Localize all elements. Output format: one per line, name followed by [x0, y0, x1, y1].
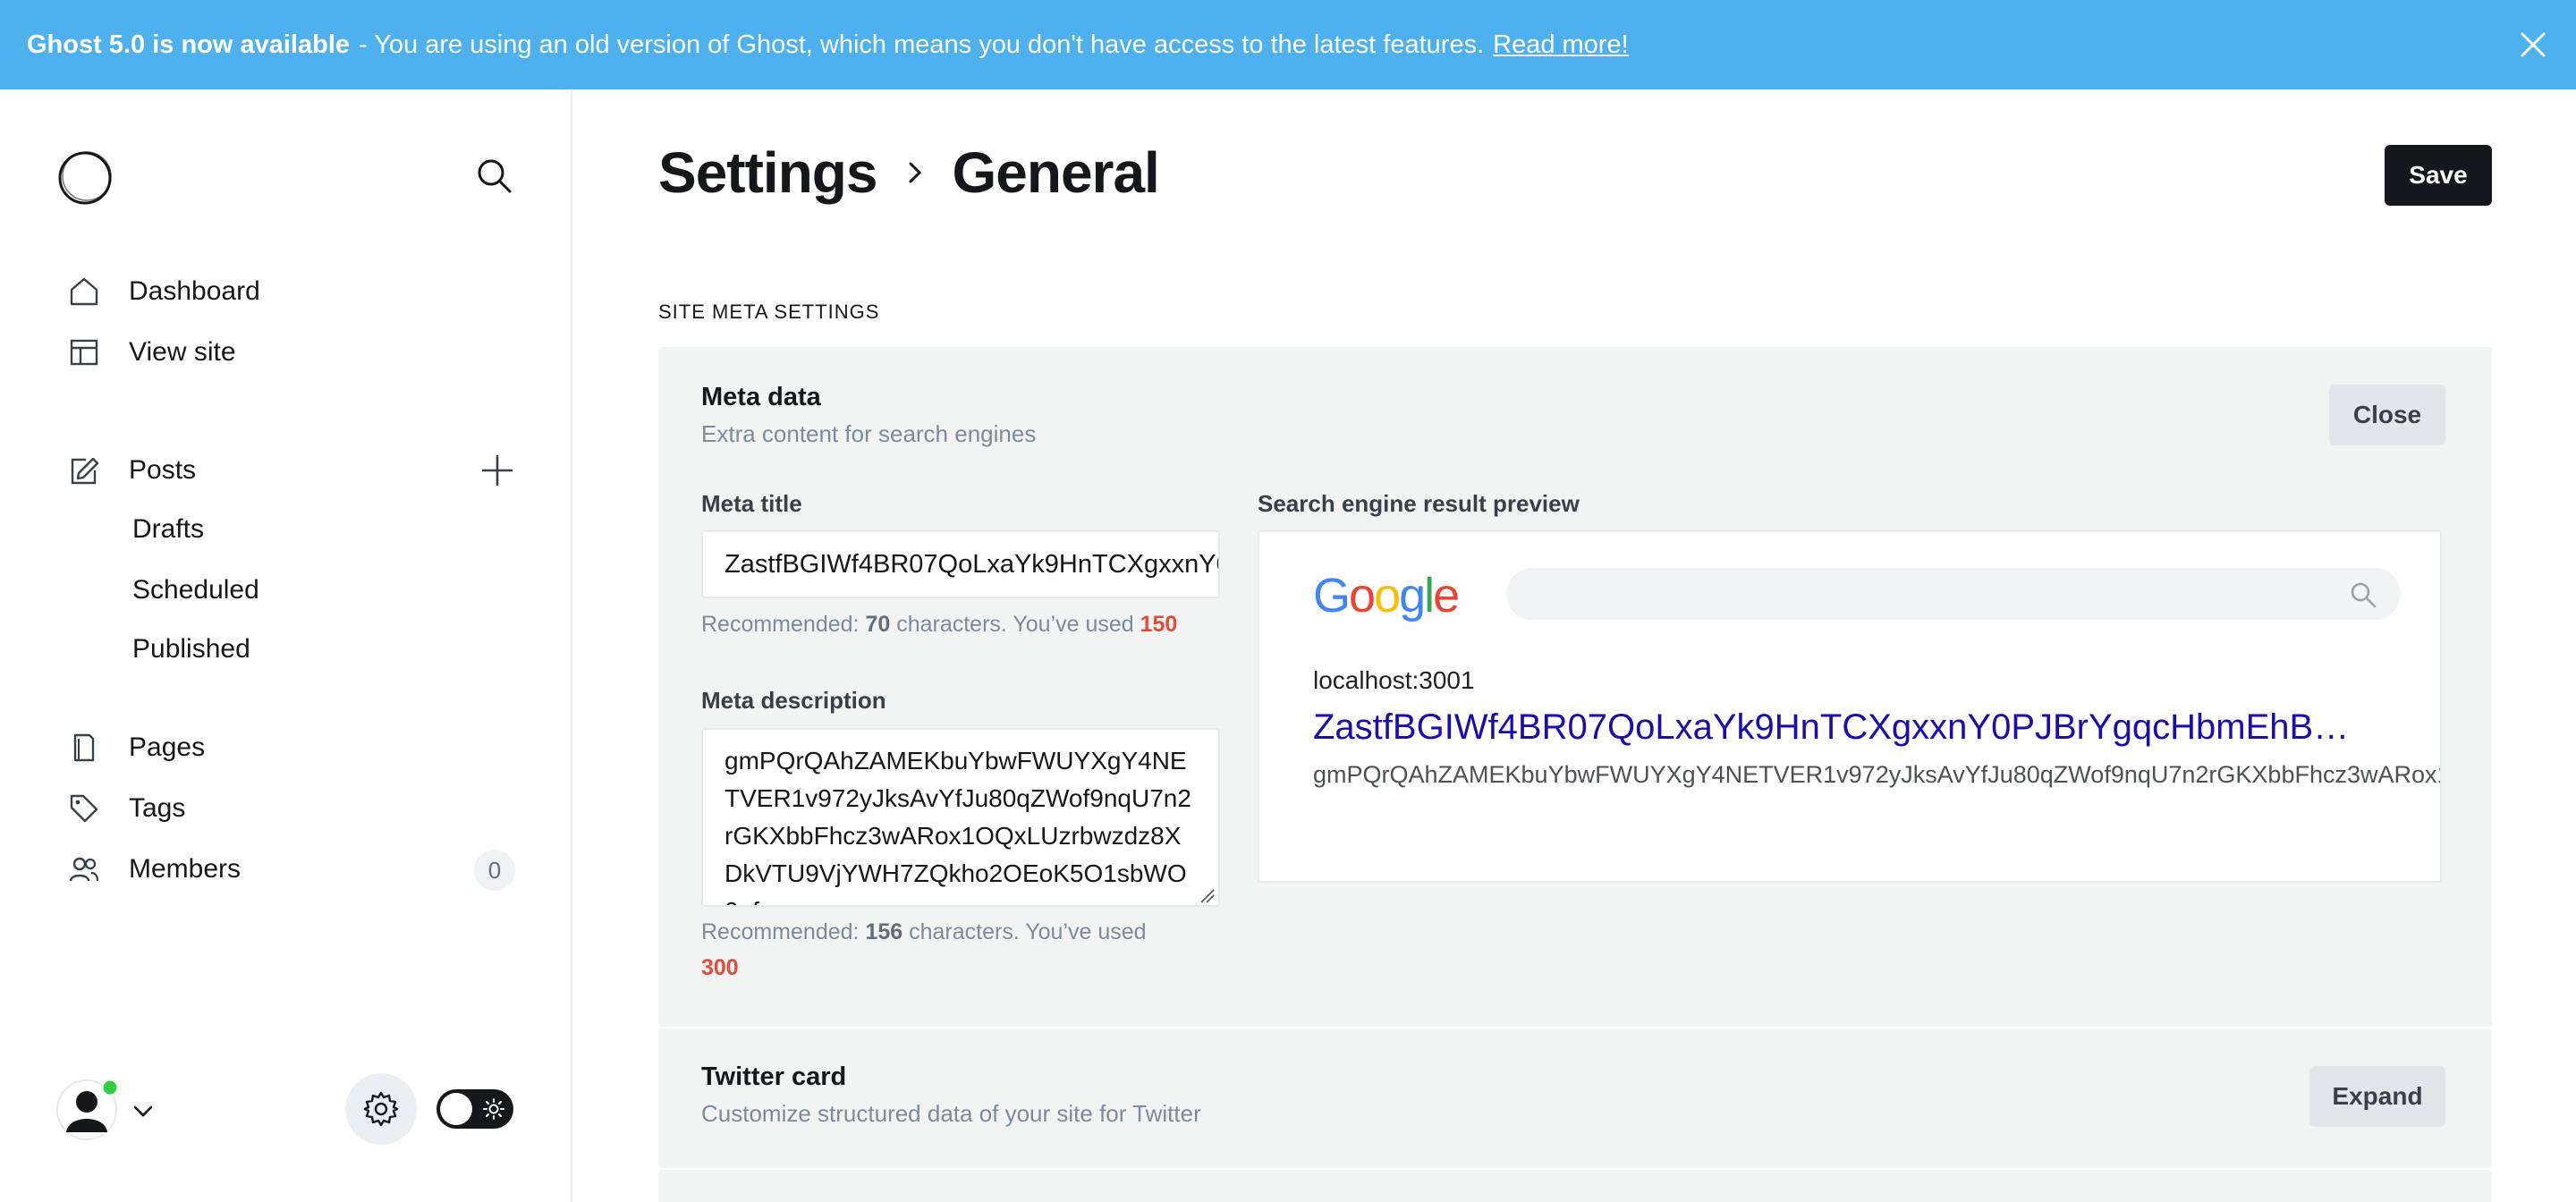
members-count-badge: 0 — [474, 850, 515, 891]
next-settings-section — [658, 1170, 2492, 1202]
close-button[interactable]: Close — [2329, 385, 2445, 445]
search-icon[interactable] — [474, 156, 515, 197]
hint-mid: characters. You’ve used — [890, 612, 1140, 637]
nav-posts-label: Posts — [129, 455, 197, 485]
hint-recommended: 70 — [865, 612, 891, 637]
meta-title-hint: Recommended: 70 characters. You’ve used … — [701, 606, 1177, 642]
nav-drafts[interactable]: Drafts — [132, 503, 204, 556]
user-avatar[interactable] — [55, 1078, 120, 1141]
search-icon — [2351, 582, 2377, 608]
twitter-card-section: Twitter card Customize structured data o… — [658, 1028, 2492, 1168]
avatar-icon — [56, 1078, 120, 1140]
hint-prefix: Recommended: — [701, 919, 866, 944]
layout-icon — [66, 334, 102, 370]
banner-headline: Ghost 5.0 is now available — [27, 30, 351, 59]
close-icon[interactable] — [2517, 29, 2549, 61]
home-icon — [66, 274, 102, 309]
gear-icon — [363, 1091, 399, 1127]
meta-title-label: Meta title — [701, 490, 802, 517]
nav-members-label: Members — [129, 854, 242, 884]
meta-description-label: Meta description — [701, 687, 886, 714]
nav-posts[interactable]: Posts — [66, 444, 522, 497]
banner-read-more-link[interactable]: Read more! — [1493, 30, 1629, 60]
meta-description-hint: Recommended: 156 characters. You’ve used… — [701, 914, 1229, 986]
sun-icon — [483, 1098, 504, 1120]
add-post-icon[interactable] — [479, 453, 515, 488]
nav-pages[interactable]: Pages — [66, 721, 522, 775]
breadcrumb: Settings General — [658, 140, 1160, 206]
expand-button[interactable]: Expand — [2309, 1066, 2445, 1127]
meta-panel-title: Meta data — [701, 383, 821, 411]
meta-title-input[interactable]: ZastfBGIWf4BR07QoLxaYk9HnTCXgxxnY0PJBrYg… — [701, 530, 1220, 598]
section-title: SITE META SETTINGS — [658, 300, 880, 323]
nav-tags-label: Tags — [129, 793, 186, 823]
sidebar: Dashboard View site Posts Drafts Schedul… — [0, 89, 572, 1202]
hint-used: 150 — [1140, 612, 1178, 637]
meta-data-panel: Meta data Extra content for search engin… — [658, 347, 2492, 1027]
meta-panel-subtitle: Extra content for search engines — [701, 420, 1037, 447]
banner-message: - You are using an old version of Ghost,… — [359, 30, 1485, 59]
pencil-icon — [66, 453, 102, 488]
nav-view-site-label: View site — [129, 337, 236, 367]
preview-title: ZastfBGIWf4BR07QoLxaYk9HnTCXgxxnY0PJBrYg… — [1313, 707, 2350, 747]
preview-search-bar — [1506, 568, 2401, 620]
nav-view-site[interactable]: View site — [66, 326, 522, 379]
theme-toggle[interactable] — [436, 1089, 513, 1129]
update-banner: Ghost 5.0 is now available - You are usi… — [0, 0, 2576, 89]
save-button[interactable]: Save — [2385, 145, 2492, 206]
twitter-card-subtitle: Customize structured data of your site f… — [701, 1100, 1201, 1127]
preview-description: gmPQrQAhZAMEKbuYbwFWUYXgY4NETVER1v972yJk… — [1313, 761, 2442, 788]
nav-tags[interactable]: Tags — [66, 782, 522, 835]
preview-url: localhost:3001 — [1313, 666, 1475, 694]
main-content: Settings General Save SITE META SETTINGS… — [574, 89, 2576, 1202]
resize-handle-icon[interactable] — [1199, 887, 1215, 903]
settings-button[interactable] — [345, 1073, 417, 1145]
nav-scheduled[interactable]: Scheduled — [132, 563, 259, 617]
nav-pages-label: Pages — [129, 732, 206, 762]
page-icon — [66, 730, 102, 766]
hint-mid: characters. You’ve used — [902, 919, 1147, 944]
nav-members[interactable]: Members — [66, 842, 522, 896]
nav-published[interactable]: Published — [132, 622, 250, 676]
hint-recommended: 156 — [865, 919, 903, 944]
members-icon — [66, 851, 102, 887]
google-logo-icon: Google — [1313, 569, 1460, 622]
chevron-right-icon — [909, 162, 922, 183]
nav-dashboard[interactable]: Dashboard — [66, 265, 522, 318]
breadcrumb-settings[interactable]: Settings — [658, 140, 877, 206]
nav-dashboard-label: Dashboard — [129, 276, 260, 306]
preview-label: Search engine result preview — [1258, 490, 1580, 517]
tag-icon — [66, 791, 102, 826]
toggle-knob — [440, 1093, 472, 1125]
site-logo-icon[interactable] — [55, 148, 114, 207]
hint-used: 300 — [701, 955, 739, 980]
chevron-down-icon[interactable] — [131, 1098, 156, 1123]
page-title: General — [952, 140, 1159, 205]
meta-description-textarea[interactable]: gmPQrQAhZAMEKbuYbwFWUYXgY4NETVER1v972yJk… — [701, 728, 1220, 907]
twitter-card-title: Twitter card — [701, 1062, 847, 1091]
hint-prefix: Recommended: — [701, 612, 866, 637]
search-preview-card: Google localhost:3001 ZastfBGIWf4BR07QoL… — [1258, 530, 2442, 883]
